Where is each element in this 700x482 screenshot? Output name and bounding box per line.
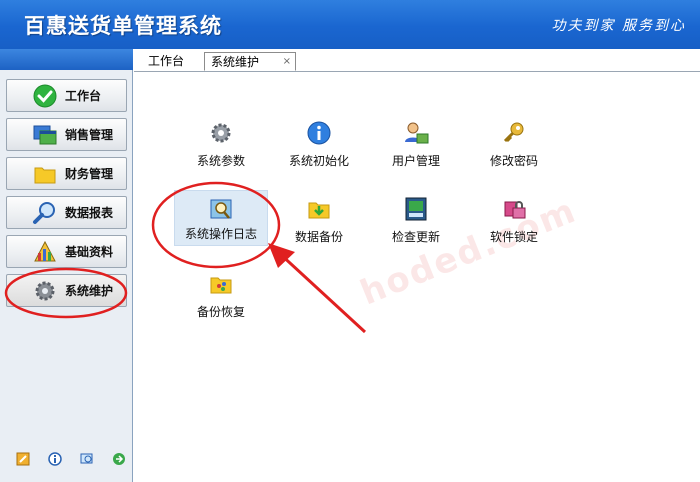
tile-operation-log[interactable]: 系统操作日志: [174, 190, 268, 246]
info-icon[interactable]: [48, 452, 62, 466]
search-icon[interactable]: [80, 452, 94, 466]
sidebar-footer: [0, 452, 133, 472]
key-icon: [501, 120, 527, 146]
gear-icon: [208, 120, 234, 146]
tile-label: 软件锁定: [489, 230, 538, 244]
tab-label: 系统维护: [211, 55, 260, 69]
log-icon: [208, 197, 234, 223]
tile-data-backup[interactable]: 数据备份: [274, 196, 364, 250]
tab-system-maintenance[interactable]: 系统维护 ×: [204, 52, 296, 71]
sidebar-item-label: 工作台: [65, 89, 102, 103]
tile-system-init[interactable]: 系统初始化: [274, 120, 364, 174]
backup-folder-icon: [306, 196, 332, 222]
sidebar-item-basic-data[interactable]: 基础资料: [6, 235, 127, 268]
app-title: 百惠送货单管理系统: [24, 14, 222, 38]
gear-icon: [31, 277, 59, 305]
tile-label: 用户管理: [391, 154, 440, 168]
sidebar: 工作台 销售管理 财务管理 数据报表 基础资料 系统维护: [0, 49, 133, 482]
info-icon: [306, 120, 332, 146]
sidebar-item-label: 销售管理: [65, 128, 114, 142]
sidebar-item-system-maintenance[interactable]: 系统维护: [6, 274, 127, 307]
tile-software-lock[interactable]: 软件锁定: [469, 196, 559, 250]
update-icon: [403, 196, 429, 222]
sidebar-header-bar: [0, 49, 133, 70]
users-icon: [403, 120, 429, 146]
tile-system-params[interactable]: 系统参数: [176, 120, 266, 174]
tab-workbench[interactable]: 工作台: [142, 52, 190, 71]
tile-label: 检查更新: [391, 230, 440, 244]
sidebar-item-finance[interactable]: 财务管理: [6, 157, 127, 190]
check-icon: [31, 82, 59, 110]
edit-icon[interactable]: [16, 452, 30, 466]
windows-icon: [31, 121, 59, 149]
tile-label: 数据备份: [294, 230, 343, 244]
sidebar-item-label: 系统维护: [65, 284, 114, 298]
tile-check-update[interactable]: 检查更新: [371, 196, 461, 250]
tile-user-management[interactable]: 用户管理: [371, 120, 461, 174]
tile-label: 修改密码: [489, 154, 538, 168]
tile-label: 系统参数: [196, 154, 245, 168]
restore-icon: [208, 271, 234, 297]
sidebar-item-label: 数据报表: [65, 206, 114, 220]
tile-label: 备份恢复: [196, 305, 245, 319]
sidebar-item-label: 财务管理: [65, 167, 114, 181]
exit-icon[interactable]: [112, 452, 126, 466]
tile-change-password[interactable]: 修改密码: [469, 120, 559, 174]
tab-label: 工作台: [148, 54, 185, 68]
tile-backup-restore[interactable]: 备份恢复: [176, 271, 266, 325]
tab-bar: 工作台 系统维护 ×: [134, 49, 700, 72]
folder-icon: [31, 160, 59, 188]
app-header: 百惠送货单管理系统 功夫到家 服务到心: [0, 0, 700, 49]
tile-label: 系统操作日志: [184, 227, 257, 241]
tile-label: 系统初始化: [288, 154, 349, 168]
sidebar-item-workbench[interactable]: 工作台: [6, 79, 127, 112]
close-icon[interactable]: ×: [283, 53, 291, 71]
magnifier-icon: [31, 199, 59, 227]
sidebar-item-label: 基础资料: [65, 245, 114, 259]
chart-icon: [31, 238, 59, 266]
sidebar-item-reports[interactable]: 数据报表: [6, 196, 127, 229]
main-content: hoded.com 系统参数 系统初始化 用户管理 修改密码 系统操作日志 数据…: [134, 72, 700, 482]
sidebar-item-sales[interactable]: 销售管理: [6, 118, 127, 151]
header-slogan: 功夫到家 服务到心: [551, 18, 686, 34]
lock-icon: [501, 196, 527, 222]
